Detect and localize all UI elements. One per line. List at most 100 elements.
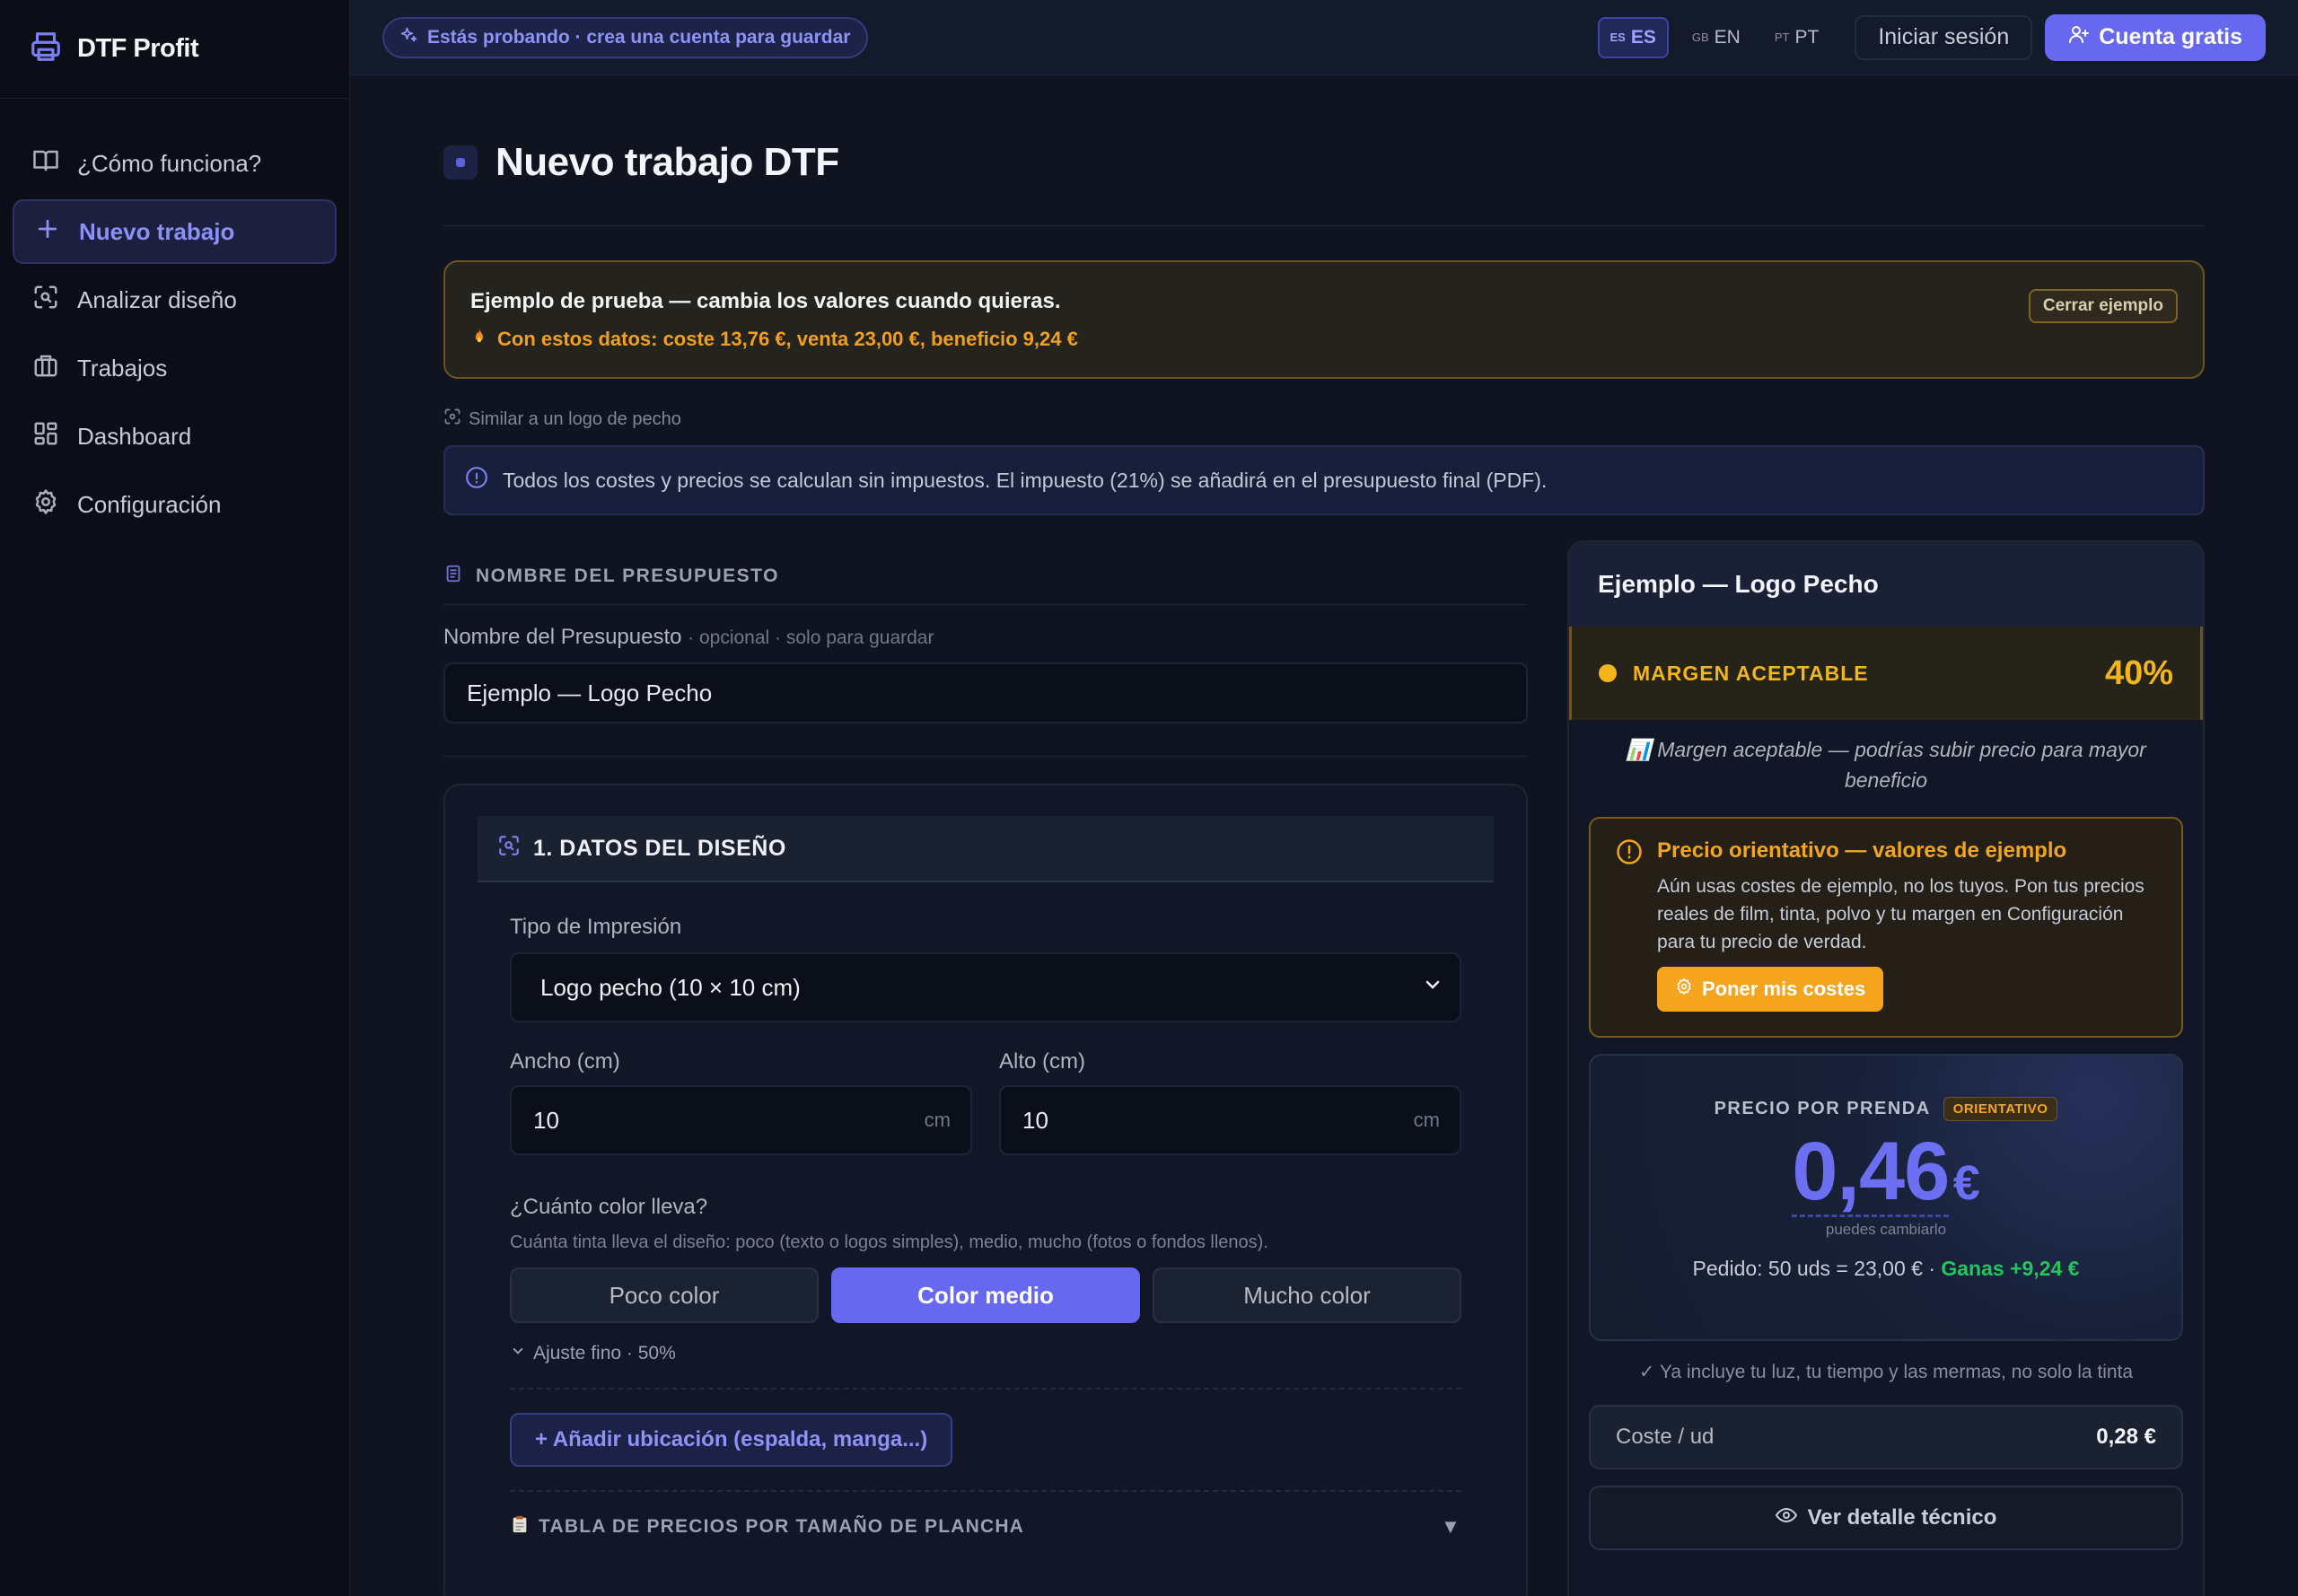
trial-banner[interactable]: Estás probando · crea una cuenta para gu… bbox=[382, 16, 869, 58]
width-field: Ancho (cm) 10 cm bbox=[510, 1040, 972, 1155]
margin-status: MARGEN ACEPTABLE 40% bbox=[1569, 627, 2203, 720]
price-display[interactable]: 0,46 € bbox=[1591, 1121, 2181, 1217]
chevron-down-icon bbox=[1422, 974, 1443, 1002]
unit-cost-value: 0,28 € bbox=[2096, 1425, 2156, 1449]
height-input[interactable]: 10 cm bbox=[999, 1085, 1461, 1155]
sidebar-nav: ¿Cómo funciona? Nuevo trabajo Analizar d… bbox=[0, 99, 349, 537]
sidebar-item-new-job[interactable]: Nuevo trabajo bbox=[13, 199, 337, 264]
price-currency: € bbox=[1952, 1156, 1980, 1210]
price-hint: puedes cambiarlo bbox=[1825, 1221, 1947, 1238]
sidebar-item-jobs[interactable]: Trabajos bbox=[13, 336, 337, 400]
unit-cost-row: Coste / ud 0,28 € bbox=[1589, 1405, 2183, 1469]
design-card-title: 1. DATOS DEL DISEÑO bbox=[533, 835, 786, 861]
example-title: Ejemplo de prueba — cambia los valores c… bbox=[470, 289, 1061, 313]
clipboard-icon bbox=[510, 1513, 530, 1540]
height-label: Alto (cm) bbox=[999, 1049, 1085, 1074]
budget-name-input[interactable]: Ejemplo — Logo Pecho bbox=[443, 662, 1528, 723]
color-hint: Cuánta tinta lleva el diseño: poco (text… bbox=[510, 1232, 1268, 1252]
form-column: NOMBRE DEL PRESUPUESTO Nombre del Presup… bbox=[443, 540, 1528, 1596]
gear-icon bbox=[32, 488, 59, 522]
lang-label: ES bbox=[1630, 26, 1656, 48]
sidebar-item-label: Nuevo trabajo bbox=[79, 217, 235, 245]
brand[interactable]: DTF Profit bbox=[0, 0, 349, 99]
sidebar-item-label: Analizar diseño bbox=[77, 285, 237, 313]
scan-icon bbox=[443, 408, 461, 431]
title-badge-icon bbox=[443, 145, 478, 180]
topbar-actions: ES ES GB EN PT PT Iniciar sesión Cuenta … bbox=[1597, 13, 2298, 61]
signup-label: Cuenta gratis bbox=[2099, 24, 2242, 49]
example-summary-text: Con estos datos: coste 13,76 €, venta 23… bbox=[497, 328, 1078, 350]
budget-name-label: Nombre del Presupuesto · opcional · solo… bbox=[443, 625, 1528, 650]
main-content: Nuevo trabajo DTF Ejemplo de prueba — ca… bbox=[443, 75, 2205, 1596]
lang-en[interactable]: GB EN bbox=[1681, 17, 1751, 58]
close-example-button[interactable]: Cerrar ejemplo bbox=[2028, 289, 2178, 323]
sidebar-item-how-it-works[interactable]: ¿Cómo funciona? bbox=[13, 131, 337, 196]
sidebar-item-analyze-design[interactable]: Analizar diseño bbox=[13, 267, 337, 332]
status-dot bbox=[1599, 664, 1617, 682]
printer-icon bbox=[29, 30, 63, 68]
price-value[interactable]: 0,46 bbox=[1792, 1128, 1950, 1217]
lang-label: PT bbox=[1794, 26, 1820, 48]
sidebar-item-label: Dashboard bbox=[77, 422, 192, 450]
gear-icon bbox=[1675, 978, 1693, 1001]
page-title: Nuevo trabajo DTF bbox=[496, 139, 839, 184]
order-summary: Pedido: 50 uds = 23,00 € · Ganas +9,24 € bbox=[1591, 1257, 2181, 1281]
technical-detail-button[interactable]: Ver detalle técnico bbox=[1589, 1486, 2183, 1550]
result-title: Ejemplo — Logo Pecho bbox=[1569, 542, 2203, 627]
color-option-low[interactable]: Poco color bbox=[510, 1267, 819, 1323]
design-card: 1. DATOS DEL DISEÑO Tipo de Impresión Lo… bbox=[443, 784, 1528, 1596]
sidebar-item-dashboard[interactable]: Dashboard bbox=[13, 404, 337, 469]
lang-code: PT bbox=[1774, 31, 1790, 44]
divider bbox=[443, 756, 1528, 757]
sidebar-item-label: Configuración bbox=[77, 490, 222, 518]
lang-es[interactable]: ES ES bbox=[1597, 16, 1669, 58]
print-type-select[interactable]: Logo pecho (10 × 10 cm) bbox=[510, 952, 1461, 1022]
scan-icon bbox=[497, 834, 521, 864]
signup-button[interactable]: Cuenta gratis bbox=[2045, 13, 2266, 61]
price-card: PRECIO POR PRENDA ORIENTATIVO 0,46 € pue… bbox=[1589, 1054, 2183, 1341]
eye-icon bbox=[1775, 1504, 1797, 1532]
width-unit: cm bbox=[924, 1109, 951, 1131]
sidebar-item-settings[interactable]: Configuración bbox=[13, 472, 337, 537]
unit-cost-label: Coste / ud bbox=[1616, 1425, 1715, 1449]
page-header: Nuevo trabajo DTF bbox=[443, 75, 2205, 226]
trial-text: Estás probando · crea una cuenta para gu… bbox=[427, 26, 851, 48]
lang-code: GB bbox=[1691, 31, 1709, 44]
lang-pt[interactable]: PT PT bbox=[1764, 17, 1829, 58]
alert-icon bbox=[1616, 838, 1643, 1016]
result-column: Ejemplo — Logo Pecho MARGEN ACEPTABLE 40… bbox=[1567, 540, 2205, 1596]
book-icon bbox=[32, 147, 59, 180]
similar-text: Similar a un logo de pecho bbox=[469, 408, 681, 429]
sidebar: DTF Profit ¿Cómo funciona? Nuevo trabajo… bbox=[0, 0, 350, 1596]
set-costs-button[interactable]: Poner mis costes bbox=[1657, 967, 1884, 1012]
height-field: Alto (cm) 10 cm bbox=[999, 1040, 1461, 1155]
label-hint: · opcional · solo para guardar bbox=[688, 627, 934, 648]
scan-icon bbox=[32, 284, 59, 317]
fine-tune-label: Ajuste fino · 50% bbox=[533, 1343, 676, 1364]
price-table-title: TABLA DE PRECIOS POR TAMAÑO DE PLANCHA bbox=[539, 1516, 1025, 1537]
budget-section-header: NOMBRE DEL PRESUPUESTO bbox=[443, 540, 1528, 605]
sparkles-icon bbox=[400, 26, 418, 49]
price-table-toggle[interactable]: TABLA DE PRECIOS POR TAMAÑO DE PLANCHA ▼ bbox=[510, 1490, 1461, 1562]
plus-icon bbox=[34, 215, 61, 249]
color-option-high[interactable]: Mucho color bbox=[1153, 1267, 1461, 1323]
result-panel: Ejemplo — Logo Pecho MARGEN ACEPTABLE 40… bbox=[1567, 540, 2205, 1596]
print-type-value: Logo pecho (10 × 10 cm) bbox=[540, 973, 801, 1001]
fine-tune-toggle[interactable]: Ajuste fino · 50% bbox=[510, 1343, 1461, 1364]
color-label: ¿Cuánto color lleva? bbox=[510, 1195, 708, 1219]
sidebar-item-label: ¿Cómo funciona? bbox=[77, 149, 262, 177]
add-location-button[interactable]: + Añadir ubicación (espalda, manga...) bbox=[510, 1413, 953, 1467]
dimensions-row: Ancho (cm) 10 cm Alto (cm) 10 cm bbox=[510, 1040, 1461, 1155]
order-gain: Ganas +9,24 € bbox=[1941, 1257, 2080, 1280]
similar-hint: Similar a un logo de pecho bbox=[443, 408, 2205, 431]
width-input[interactable]: 10 cm bbox=[510, 1085, 972, 1155]
example-summary: Con estos datos: coste 13,76 €, venta 23… bbox=[470, 327, 2178, 352]
divider bbox=[510, 1388, 1461, 1390]
warning-text: Aún usas costes de ejemplo, no los tuyos… bbox=[1657, 876, 2145, 952]
color-option-medium[interactable]: Color medio bbox=[831, 1267, 1140, 1323]
tax-info-text: Todos los costes y precios se calculan s… bbox=[503, 468, 1548, 492]
order-text: Pedido: 50 uds = 23,00 € · bbox=[1692, 1257, 1935, 1280]
login-button[interactable]: Iniciar sesión bbox=[1855, 14, 2033, 60]
user-plus-icon bbox=[2068, 23, 2090, 51]
estimate-warning: Precio orientativo — valores de ejemplo … bbox=[1589, 817, 2183, 1038]
